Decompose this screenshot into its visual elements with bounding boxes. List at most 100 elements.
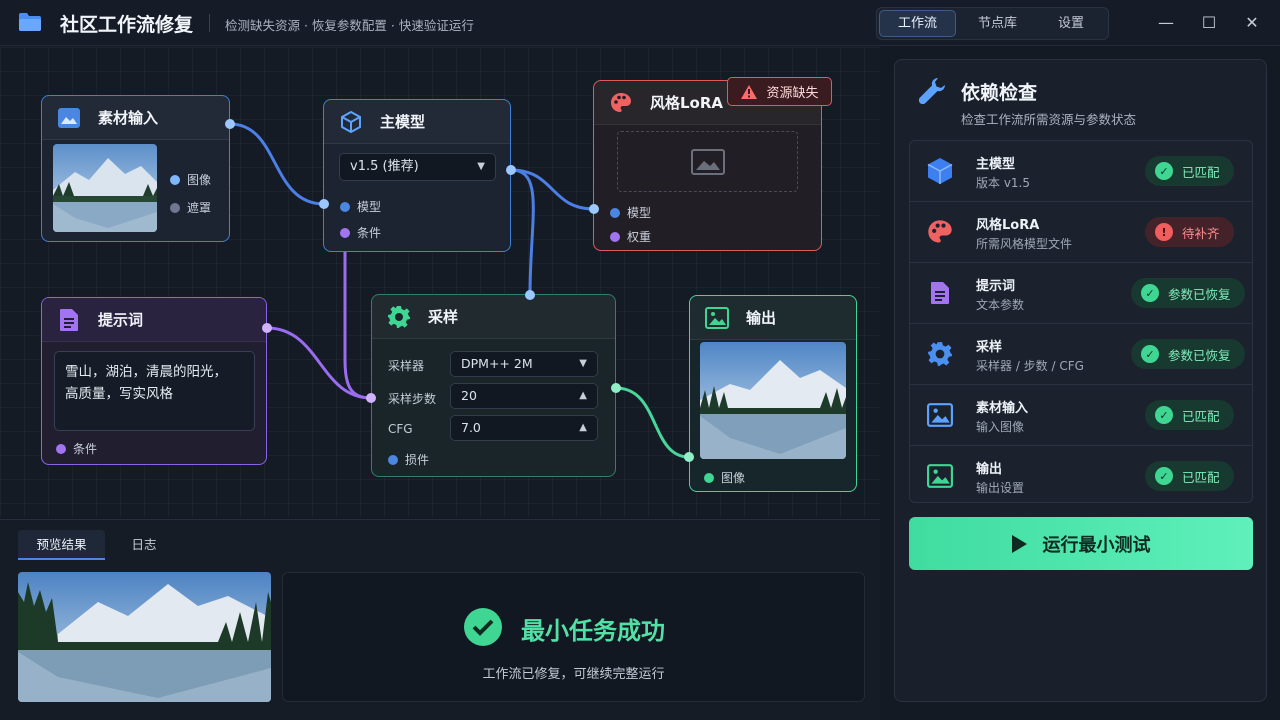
port-label: 遮罩 xyxy=(187,201,212,215)
port-label: 条件 xyxy=(357,226,382,240)
status-label: 已匹配 xyxy=(1182,469,1220,485)
port-label: 模型 xyxy=(627,206,652,220)
steps-label: 采样步数 xyxy=(388,392,437,406)
port-lora-weight[interactable]: 权重 xyxy=(610,228,651,245)
node-model[interactable]: 主模型 v1.5 (推荐) ▼ 模型 条件 xyxy=(323,99,511,252)
node-model-title: 主模型 xyxy=(380,113,426,131)
cfg-label: CFG xyxy=(388,422,413,436)
deps-subtitle: 检查工作流所需资源与参数状态 xyxy=(961,112,1137,127)
model-version-select[interactable]: v1.5 (推荐) ▼ xyxy=(339,153,496,181)
port-label: 权重 xyxy=(627,230,652,244)
bottom-panel: 预览结果 日志 最小任务成功 工作流已修复，可继续完整运行 xyxy=(0,519,880,720)
cube-icon xyxy=(924,155,956,187)
cube-icon xyxy=(338,110,364,134)
wrench-icon xyxy=(918,78,945,105)
port-condition[interactable]: 条件 xyxy=(340,224,381,241)
status-label: 待补齐 xyxy=(1182,225,1220,241)
port-dot xyxy=(56,443,66,454)
folder-icon xyxy=(19,13,41,31)
maximize-button[interactable]: ☐ xyxy=(1198,12,1220,34)
port-sampler-latent[interactable]: 损件 xyxy=(388,451,429,468)
prompt-textarea[interactable]: 雪山，湖泊，清晨的阳光， 高质量，写实风格 xyxy=(54,351,255,431)
tab-node-library[interactable]: 节点库 xyxy=(960,10,1035,37)
model-version-value: v1.5 (推荐) xyxy=(350,159,419,174)
dep-name: 采样 xyxy=(976,340,1003,355)
port-dot xyxy=(340,201,350,212)
minimize-button[interactable]: — xyxy=(1155,12,1177,34)
port-output-image[interactable]: 图像 xyxy=(704,469,745,486)
node-input[interactable]: 素材输入 图像 遮罩 xyxy=(41,95,230,242)
success-subtitle: 工作流已修复，可继续完整运行 xyxy=(482,667,665,682)
dependency-list: 主模型 版本 v1.5 ✓ 已匹配 风格LoRA 所需风格模型文件 ! 待补齐 提示… xyxy=(909,140,1253,503)
alert-icon: ! xyxy=(1155,223,1173,241)
check-icon: ✓ xyxy=(1141,345,1159,363)
port-dot xyxy=(610,231,620,242)
port-image[interactable]: 图像 xyxy=(170,171,211,188)
port-prompt-condition[interactable]: 条件 xyxy=(56,440,97,457)
image-icon xyxy=(924,460,956,492)
run-test-button[interactable]: 运行最小测试 xyxy=(909,517,1253,570)
node-sampler[interactable]: 采样 采样器 DPM++ 2M ▼ 采样步数 20 ▲ CFG 7.0 ▲ 损件 xyxy=(371,294,616,477)
chevron-down-icon: ▼ xyxy=(579,358,587,369)
tab-preview[interactable]: 预览结果 xyxy=(18,530,105,560)
dep-name: 主模型 xyxy=(976,157,1016,172)
port-dot xyxy=(610,207,620,218)
sampler-label: 采样器 xyxy=(388,359,425,373)
dependency-panel: 依赖检查 检查工作流所需资源与参数状态 主模型 版本 v1.5 ✓ 已匹配 风格L… xyxy=(894,59,1267,702)
dep-item-lora[interactable]: 风格LoRA 所需风格模型文件 ! 待补齐 xyxy=(910,202,1252,263)
node-output[interactable]: 输出 图像 xyxy=(689,295,857,492)
node-sampler-header: 采样 xyxy=(372,295,615,339)
prompt-line-1: 雪山，湖泊，清晨的阳光， xyxy=(65,364,227,380)
port-label: 模型 xyxy=(357,200,382,214)
palette-icon xyxy=(924,216,956,248)
play-icon xyxy=(1011,534,1027,553)
lora-empty-slot[interactable] xyxy=(617,131,798,192)
image-icon xyxy=(924,399,956,431)
status-label: 参数已恢复 xyxy=(1168,286,1231,302)
tab-log[interactable]: 日志 xyxy=(110,530,178,560)
node-prompt[interactable]: 提示词 雪山，湖泊，清晨的阳光， 高质量，写实风格 条件 xyxy=(41,297,267,465)
port-label: 损件 xyxy=(405,453,430,467)
node-lora-title: 风格LoRA xyxy=(650,94,724,112)
node-prompt-title: 提示词 xyxy=(98,311,144,329)
port-mask[interactable]: 遮罩 xyxy=(170,199,211,216)
status-badge: ✓ 已匹配 xyxy=(1145,156,1234,186)
dep-name: 风格LoRA xyxy=(976,218,1040,233)
dep-desc: 输出设置 xyxy=(976,481,1025,495)
dep-name: 提示词 xyxy=(976,279,1016,294)
check-icon: ✓ xyxy=(1155,162,1173,180)
port-dot xyxy=(340,227,350,238)
check-icon: ✓ xyxy=(1155,406,1173,424)
steps-stepper[interactable]: 20 ▲ xyxy=(450,383,598,409)
sampler-select[interactable]: DPM++ 2M ▼ xyxy=(450,351,598,377)
port-model[interactable]: 模型 xyxy=(340,198,381,215)
chevron-up-icon[interactable]: ▲ xyxy=(579,416,587,440)
cfg-stepper[interactable]: 7.0 ▲ xyxy=(450,415,598,441)
dep-desc: 版本 v1.5 xyxy=(976,176,1031,190)
dep-item-sampler[interactable]: 采样 采样器 / 步数 / CFG ✓ 参数已恢复 xyxy=(910,324,1252,385)
prompt-line-2: 高质量，写实风格 xyxy=(65,386,173,402)
dep-item-input[interactable]: 素材输入 输入图像 ✓ 已匹配 xyxy=(910,385,1252,446)
dep-item-output[interactable]: 输出 输出设置 ✓ 已匹配 xyxy=(910,446,1252,507)
output-thumbnail xyxy=(700,342,846,459)
port-lora-model[interactable]: 模型 xyxy=(610,204,651,221)
gear-icon xyxy=(924,338,956,370)
status-label: 已匹配 xyxy=(1182,164,1220,180)
dep-item-model[interactable]: 主模型 版本 v1.5 ✓ 已匹配 xyxy=(910,141,1252,202)
check-icon: ✓ xyxy=(1141,284,1159,302)
steps-value: 20 xyxy=(461,388,477,403)
tab-settings[interactable]: 设置 xyxy=(1035,10,1107,37)
dep-desc: 采样器 / 步数 / CFG xyxy=(976,359,1084,373)
dep-name: 素材输入 xyxy=(976,401,1029,416)
cfg-value: 7.0 xyxy=(461,420,481,435)
status-badge: ✓ 已匹配 xyxy=(1145,400,1234,430)
close-button[interactable]: ✕ xyxy=(1241,12,1263,34)
image-placeholder-icon xyxy=(690,148,725,175)
dep-item-prompt[interactable]: 提示词 文本参数 ✓ 参数已恢复 xyxy=(910,263,1252,324)
dep-desc: 所需风格模型文件 xyxy=(976,237,1073,251)
tab-workflow[interactable]: 工作流 xyxy=(879,10,956,37)
chevron-up-icon[interactable]: ▲ xyxy=(579,384,587,408)
node-output-header: 输出 xyxy=(690,296,856,340)
missing-resource-badge: 资源缺失 xyxy=(727,77,832,106)
app-subtitle: 检测缺失资源 · 恢复参数配置 · 快速验证运行 xyxy=(225,18,474,33)
